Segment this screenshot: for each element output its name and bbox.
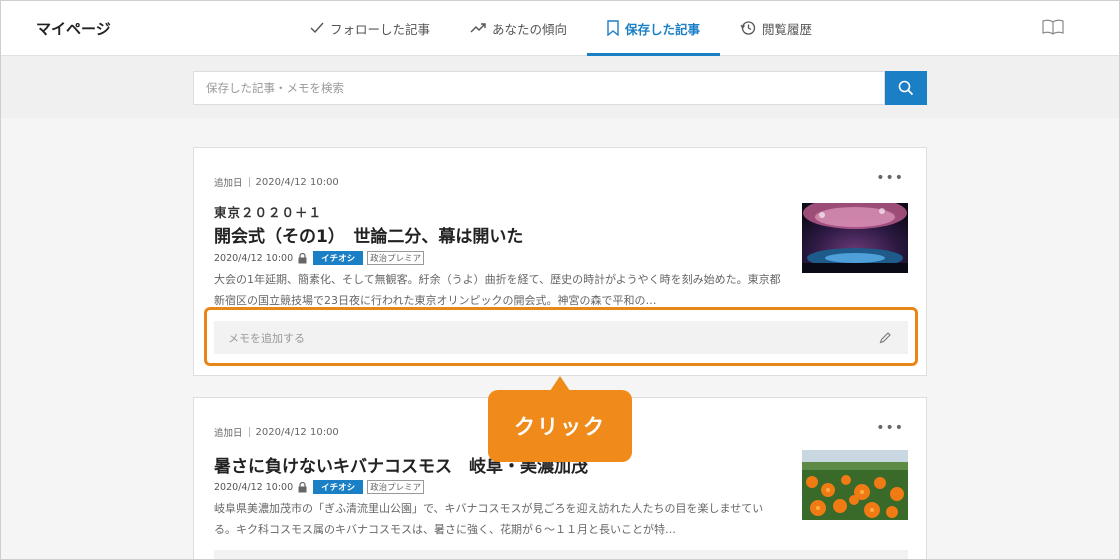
trend-icon [470,23,486,33]
article-meta: 2020/4/12 10:00 イチオシ 政治プレミア [214,480,425,494]
added-date: 追加日 2020/4/12 10:00 [214,176,339,190]
article-card[interactable]: 追加日 2020/4/12 10:00 ••• 東京２０２０＋１ 開会式（その1）… [193,147,927,376]
category-badge: 政治プレミア [367,251,425,265]
check-icon [310,22,324,34]
lock-icon [298,252,307,263]
published-date: 2020/4/12 10:00 [214,252,294,264]
article-title[interactable]: 開会式（その1） 世論二分、幕は開いた [214,222,523,247]
stadium-thumbnail[interactable] [802,203,908,273]
tab-history[interactable]: 閲覧履歴 [720,0,832,56]
article-meta: 2020/4/12 10:00 イチオシ 政治プレミア [214,251,425,265]
mypage-tabs: フォローした記事 あなたの傾向 保存した記事 閲覧履歴 [290,0,832,56]
article-kicker: 東京２０２０＋１ [214,205,323,220]
more-menu-icon[interactable]: ••• [876,420,904,436]
more-menu-icon[interactable]: ••• [876,170,904,186]
category-badge: 政治プレミア [367,480,425,494]
search-button[interactable] [885,71,927,105]
tab-trend[interactable]: あなたの傾向 [450,0,587,56]
tab-label: 閲覧履歴 [762,21,813,37]
search-input[interactable] [193,71,885,105]
bookmark-icon [607,20,619,36]
click-callout: クリック [488,376,632,462]
history-icon [740,21,756,35]
added-date: 追加日 2020/4/12 10:00 [214,426,339,440]
add-memo-field[interactable]: メモを追加する [214,321,908,354]
tab-label: あなたの傾向 [492,21,568,37]
pencil-icon [879,332,891,344]
top-header: マイページ フォローした記事 あなたの傾向 保存した記事 閲覧履歴 [0,0,1120,56]
published-date: 2020/4/12 10:00 [214,481,294,493]
search-bar [0,56,1120,118]
lock-icon [298,481,307,492]
tab-saved[interactable]: 保存した記事 [587,0,721,56]
cosmos-thumbnail[interactable] [802,450,908,520]
pick-badge: イチオシ [313,480,364,494]
tab-followed[interactable]: フォローした記事 [290,0,450,56]
memo-highlight: メモを追加する [204,307,918,366]
pick-badge: イチオシ [313,251,364,265]
book-icon[interactable] [1042,19,1064,35]
article-summary: 大会の1年延期、簡素化、そして無観客。紆余（うよ）曲折を経て、歴史の時計がようや… [214,273,781,307]
tab-label: フォローした記事 [330,21,431,37]
tab-label: 保存した記事 [625,21,701,37]
article-summary: 岐阜県美濃加茂市の「ぎふ清流里山公園」で、キバナコスモスが見ごろを迎え訪れた人た… [214,502,764,536]
search-icon [898,80,914,96]
page-title: マイページ [36,20,111,38]
add-memo-field[interactable] [214,550,908,560]
